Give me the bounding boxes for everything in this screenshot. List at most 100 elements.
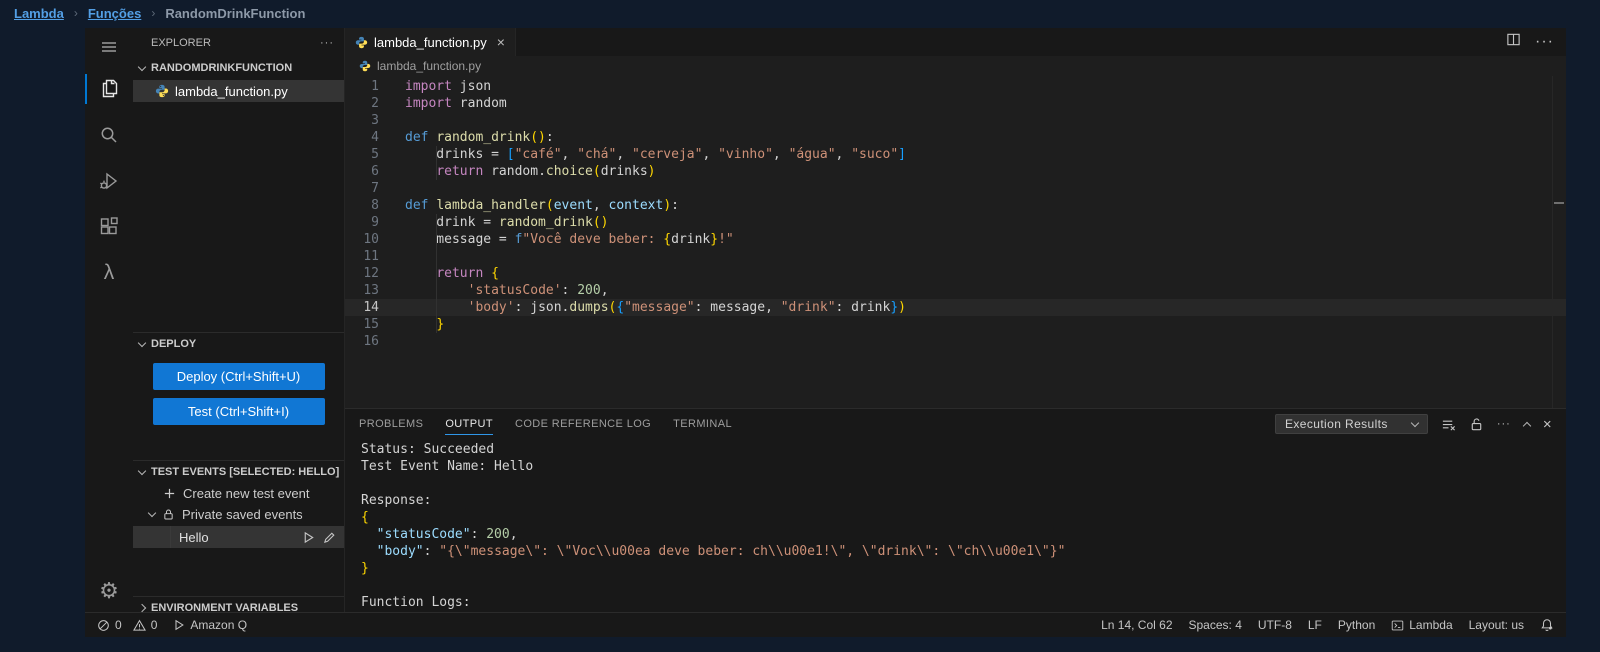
- status-item-python[interactable]: Python: [1338, 618, 1375, 632]
- test-event-hello-item[interactable]: Hello: [133, 526, 344, 548]
- file-item-lambda-function[interactable]: lambda_function.py: [133, 80, 344, 102]
- output-line: Response:: [361, 492, 1566, 509]
- sidebar-explorer: EXPLORER ··· RANDOMDRINKFUNCTION lambda_…: [133, 28, 345, 612]
- panel-tab-problems[interactable]: PROBLEMS: [359, 409, 423, 439]
- line-number: 3: [345, 112, 405, 129]
- run-debug-icon[interactable]: [85, 158, 133, 204]
- code-line[interactable]: 11: [345, 248, 1566, 265]
- code-editor[interactable]: 1import json2import random3 4def random_…: [345, 76, 1566, 408]
- output-line: Test Event Name: Hello: [361, 458, 1566, 475]
- activity-bar: λ ⚙: [85, 28, 133, 612]
- create-test-event-item[interactable]: Create new test event: [133, 483, 344, 503]
- unlock-icon[interactable]: [1469, 417, 1484, 432]
- line-number: 7: [345, 180, 405, 197]
- line-number: 6: [345, 163, 405, 180]
- explorer-more-icon[interactable]: ···: [320, 37, 334, 49]
- panel-tab-output[interactable]: OUTPUT: [445, 409, 493, 439]
- status-item-utf-8[interactable]: UTF-8: [1258, 618, 1292, 632]
- breadcrumb: Lambda›Funções›RandomDrinkFunction: [0, 0, 1600, 26]
- private-saved-events-item[interactable]: Private saved events: [133, 504, 344, 524]
- tab-lambda-function[interactable]: lambda_function.py ×: [345, 28, 516, 56]
- code-line[interactable]: 2import random: [345, 95, 1566, 112]
- explorer-icon[interactable]: [85, 66, 133, 112]
- scrollbar-cursor-mark: [1554, 202, 1564, 204]
- amazon-q-icon: [173, 619, 185, 631]
- aws-lambda-icon[interactable]: λ: [85, 250, 133, 296]
- output-line: Function Logs:: [361, 594, 1566, 611]
- settings-gear-icon[interactable]: ⚙: [99, 578, 119, 604]
- code-line[interactable]: 6 return random.choice(drinks): [345, 163, 1566, 180]
- code-line[interactable]: 12 return {: [345, 265, 1566, 282]
- status-item-lf[interactable]: LF: [1308, 618, 1322, 632]
- code-line[interactable]: 1import json: [345, 78, 1566, 95]
- editor-breadcrumb[interactable]: lambda_function.py: [345, 56, 1566, 76]
- editor-more-icon[interactable]: ···: [1535, 33, 1554, 51]
- panel-more-icon[interactable]: ···: [1497, 418, 1511, 430]
- line-number: 5: [345, 146, 405, 163]
- code-line[interactable]: 5 drinks = ["café", "chá", "cerveja", "v…: [345, 146, 1566, 163]
- code-line[interactable]: 10 message = f"Você deve beber: {drink}!…: [345, 231, 1566, 248]
- status-item-layout-us[interactable]: Layout: us: [1469, 618, 1524, 632]
- project-section-header[interactable]: RANDOMDRINKFUNCTION: [133, 58, 344, 78]
- line-number: 13: [345, 282, 405, 299]
- status-item-ln-14-col-62[interactable]: Ln 14, Col 62: [1101, 618, 1172, 632]
- status-item-lambda[interactable]: Lambda: [1391, 618, 1452, 632]
- problems-status[interactable]: 0 0: [97, 618, 157, 632]
- editor-group: lambda_function.py × ··· lambda_function…: [345, 28, 1566, 612]
- split-editor-icon[interactable]: [1506, 32, 1521, 52]
- deploy-button[interactable]: Deploy (Ctrl+Shift+U): [153, 363, 325, 390]
- bottom-panel: PROBLEMS OUTPUT CODE REFERENCE LOG TERMINAL…: [345, 408, 1566, 612]
- panel-tab-code-reference-log[interactable]: CODE REFERENCE LOG: [515, 409, 651, 439]
- panel-tab-terminal[interactable]: TERMINAL: [673, 409, 732, 439]
- line-number: 12: [345, 265, 405, 282]
- run-test-event-icon[interactable]: [302, 531, 315, 544]
- line-number: 10: [345, 231, 405, 248]
- line-number: 2: [345, 95, 405, 112]
- code-editor-window: λ ⚙ EXPLORER ··· RANDOMDRINKFUNCTION lam…: [85, 28, 1566, 637]
- status-item-spaces-4[interactable]: Spaces: 4: [1189, 618, 1242, 632]
- code-line[interactable]: 3: [345, 112, 1566, 129]
- breadcrumb-item[interactable]: Funções: [88, 6, 141, 21]
- code-line[interactable]: 14 'body': json.dumps({"message": messag…: [345, 299, 1566, 316]
- amazon-q-status[interactable]: Amazon Q: [173, 618, 247, 632]
- clear-output-icon[interactable]: [1441, 417, 1456, 432]
- editor-tab-bar: lambda_function.py × ···: [345, 28, 1566, 56]
- code-line[interactable]: 7: [345, 180, 1566, 197]
- warning-icon: [133, 619, 146, 632]
- search-icon[interactable]: [85, 112, 133, 158]
- python-file-icon: [355, 36, 368, 49]
- editor-scrollbar[interactable]: [1552, 76, 1566, 408]
- test-button[interactable]: Test (Ctrl+Shift+I): [153, 398, 325, 425]
- panel-tab-bar: PROBLEMS OUTPUT CODE REFERENCE LOG TERMINAL…: [345, 409, 1566, 439]
- code-line[interactable]: 13 'statusCode': 200,: [345, 282, 1566, 299]
- edit-test-event-icon[interactable]: [323, 531, 336, 544]
- output-console[interactable]: Status: SucceededTest Event Name: Hello …: [345, 439, 1566, 612]
- test-events-section-header[interactable]: TEST EVENTS [SELECTED: HELLO]: [133, 462, 344, 482]
- line-number: 14: [345, 299, 405, 316]
- hamburger-menu-icon[interactable]: [85, 28, 133, 66]
- close-panel-icon[interactable]: ×: [1543, 416, 1552, 433]
- notifications-bell-icon[interactable]: [1540, 618, 1554, 632]
- output-line: "body": "{\"message\": \"Voc\\u00ea deve…: [361, 543, 1566, 560]
- code-line[interactable]: 16: [345, 333, 1566, 350]
- breadcrumb-separator: ›: [151, 6, 155, 20]
- breadcrumb-separator: ›: [74, 6, 78, 20]
- environment-variables-section-header[interactable]: ENVIRONMENT VARIABLES: [133, 598, 344, 618]
- execution-results-dropdown[interactable]: Execution Results: [1275, 414, 1428, 434]
- tab-close-icon[interactable]: ×: [497, 34, 505, 50]
- breadcrumb-item[interactable]: Lambda: [14, 6, 64, 21]
- code-line[interactable]: 9 drink = random_drink(): [345, 214, 1566, 231]
- line-number: 8: [345, 197, 405, 214]
- output-line: [361, 577, 1566, 594]
- code-line[interactable]: 15 }: [345, 316, 1566, 333]
- line-number: 9: [345, 214, 405, 231]
- output-line: [361, 475, 1566, 492]
- deploy-section-header[interactable]: DEPLOY: [133, 334, 344, 354]
- extensions-icon[interactable]: [85, 204, 133, 250]
- code-line[interactable]: 4def random_drink():: [345, 129, 1566, 146]
- plus-icon: [163, 487, 176, 500]
- code-line[interactable]: 8def lambda_handler(event, context):: [345, 197, 1566, 214]
- error-icon: [97, 619, 110, 632]
- maximize-panel-icon[interactable]: [1524, 420, 1530, 429]
- line-number: 15: [345, 316, 405, 333]
